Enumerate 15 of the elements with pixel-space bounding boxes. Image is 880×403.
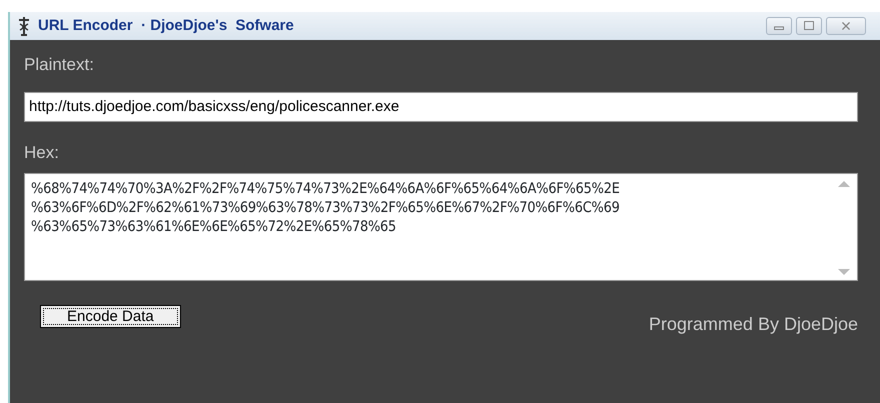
hex-line: %68%74%74%70%3A%2F%2F%74%75%74%73%2E%64%6A%6F%65%64%6A%6F%65%2E (31, 180, 621, 199)
scroll-up-icon[interactable] (837, 180, 851, 188)
field-label: Hex: (24, 142, 60, 164)
encode-button[interactable]: Encode Data (40, 305, 181, 328)
credit-text: Programmed By DjoeDjoe (648, 313, 858, 336)
close-icon[interactable] (826, 17, 866, 35)
maximize-icon[interactable] (796, 17, 822, 35)
hex-text-area[interactable]: %68%74%74%70%3A%2F%2F%74%75%74%73%2E%64%6A%6F%65%64%6A%6F%65%2E %63%6F%6D%2F%62%61%73%69%63%78%73%73%2F%65%6E%67%2F%70%6F%6C%69 %63%65%73%63%61%6E%6E%65%72%2E%65%78%65 (24, 173, 858, 281)
field-label: Plaintext: (24, 54, 95, 76)
window-title: URL Encoder · DjoeDjoe's Sofware (38, 16, 294, 36)
plaintext-field[interactable]: http://tuts.djoedjoe.com/basicxss/eng/policescanner.exe (24, 92, 858, 122)
scroll-down-icon[interactable] (837, 268, 851, 276)
minimize-icon[interactable] (766, 17, 792, 35)
hex-line: %63%65%73%63%61%6E%6E%65%72%2E%65%78%65 (31, 218, 398, 237)
hex-line: %63%6F%6D%2F%62%61%73%69%63%78%73%73%2F%65%6E%67%2F%70%6F%6C%69 (31, 199, 620, 218)
